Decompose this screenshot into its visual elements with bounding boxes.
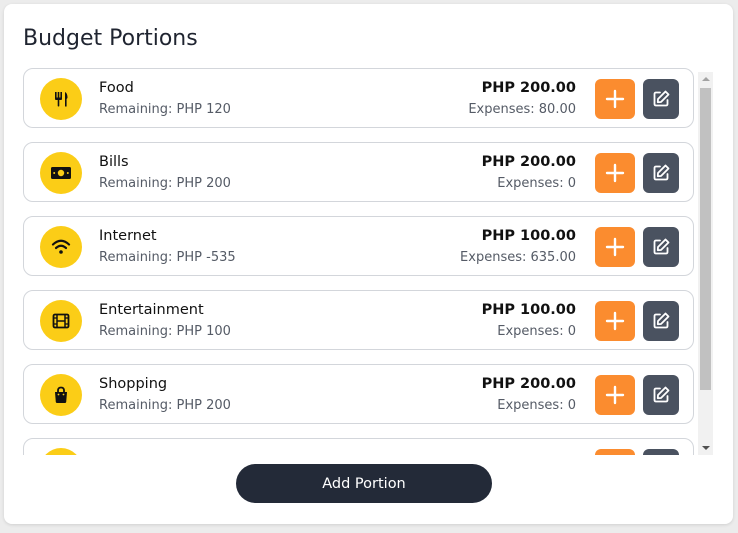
plus-icon — [605, 237, 625, 257]
portion-remaining: Remaining: PHP 100 — [99, 324, 231, 339]
plus-icon — [605, 385, 625, 405]
add-expense-button[interactable] — [595, 375, 635, 415]
add-expense-button[interactable] — [595, 449, 635, 455]
plus-icon — [605, 311, 625, 331]
scrollbar[interactable] — [698, 72, 713, 455]
plus-icon — [605, 163, 625, 183]
add-expense-button[interactable] — [595, 227, 635, 267]
add-portion-button[interactable]: Add Portion — [236, 464, 492, 503]
edit-portion-button[interactable] — [643, 301, 679, 341]
portion-item-shopping: Shopping Remaining: PHP 200 PHP 200.00 E… — [23, 364, 694, 424]
portion-item-bills: Bills Remaining: PHP 200 PHP 200.00 Expe… — [23, 142, 694, 202]
portion-expenses: Expenses: 0 — [497, 398, 576, 413]
portion-remaining: Remaining: PHP 120 — [99, 102, 231, 117]
scroll-thumb[interactable] — [700, 88, 711, 390]
money-bill-icon — [40, 152, 82, 194]
add-expense-button[interactable] — [595, 153, 635, 193]
film-icon — [40, 300, 82, 342]
edit-portion-button[interactable] — [643, 449, 679, 455]
portion-name: Food — [99, 80, 134, 96]
wifi-icon — [40, 226, 82, 268]
add-expense-button[interactable] — [595, 79, 635, 119]
edit-icon — [653, 90, 670, 107]
utensils-icon — [40, 78, 82, 120]
portion-name: Bills — [99, 154, 129, 170]
add-expense-button[interactable] — [595, 301, 635, 341]
edit-portion-button[interactable] — [643, 153, 679, 193]
portion-item-internet: Internet Remaining: PHP -535 PHP 100.00 … — [23, 216, 694, 276]
category-icon — [40, 448, 82, 455]
portion-expenses: Expenses: 0 — [497, 176, 576, 191]
edit-icon — [653, 164, 670, 181]
edit-portion-button[interactable] — [643, 79, 679, 119]
portion-amount: PHP 100.00 — [481, 302, 576, 318]
portion-item-food: Food Remaining: PHP 120 PHP 200.00 Expen… — [23, 68, 694, 128]
portion-amount: PHP 200.00 — [481, 376, 576, 392]
portion-amount: PHP 200.00 — [481, 80, 576, 96]
portion-remaining: Remaining: PHP 200 — [99, 398, 231, 413]
portion-amount: PHP 100.00 — [481, 228, 576, 244]
portion-expenses: Expenses: 635.00 — [460, 250, 576, 265]
portion-remaining: Remaining: PHP 200 — [99, 176, 231, 191]
page-title: Budget Portions — [23, 26, 198, 51]
portion-name: Internet — [99, 228, 157, 244]
portion-list[interactable]: Food Remaining: PHP 120 PHP 200.00 Expen… — [23, 68, 697, 455]
shopping-bag-icon — [40, 374, 82, 416]
scroll-down-arrow-icon[interactable] — [698, 441, 713, 455]
edit-icon — [653, 312, 670, 329]
edit-icon — [653, 238, 670, 255]
edit-portion-button[interactable] — [643, 375, 679, 415]
plus-icon — [605, 89, 625, 109]
portion-remaining: Remaining: PHP -535 — [99, 250, 236, 265]
portion-expenses: Expenses: 0 — [497, 324, 576, 339]
budget-portions-card: Budget Portions Food Remaining: PHP 120 … — [4, 4, 733, 524]
scroll-up-arrow-icon[interactable] — [698, 72, 713, 86]
portion-item-entertainment: Entertainment Remaining: PHP 100 PHP 100… — [23, 290, 694, 350]
portion-amount: PHP 200.00 — [481, 154, 576, 170]
portion-item-partial — [23, 438, 694, 455]
edit-icon — [653, 386, 670, 403]
portion-expenses: Expenses: 80.00 — [468, 102, 576, 117]
edit-portion-button[interactable] — [643, 227, 679, 267]
portion-name: Entertainment — [99, 302, 204, 318]
portion-name: Shopping — [99, 376, 168, 392]
